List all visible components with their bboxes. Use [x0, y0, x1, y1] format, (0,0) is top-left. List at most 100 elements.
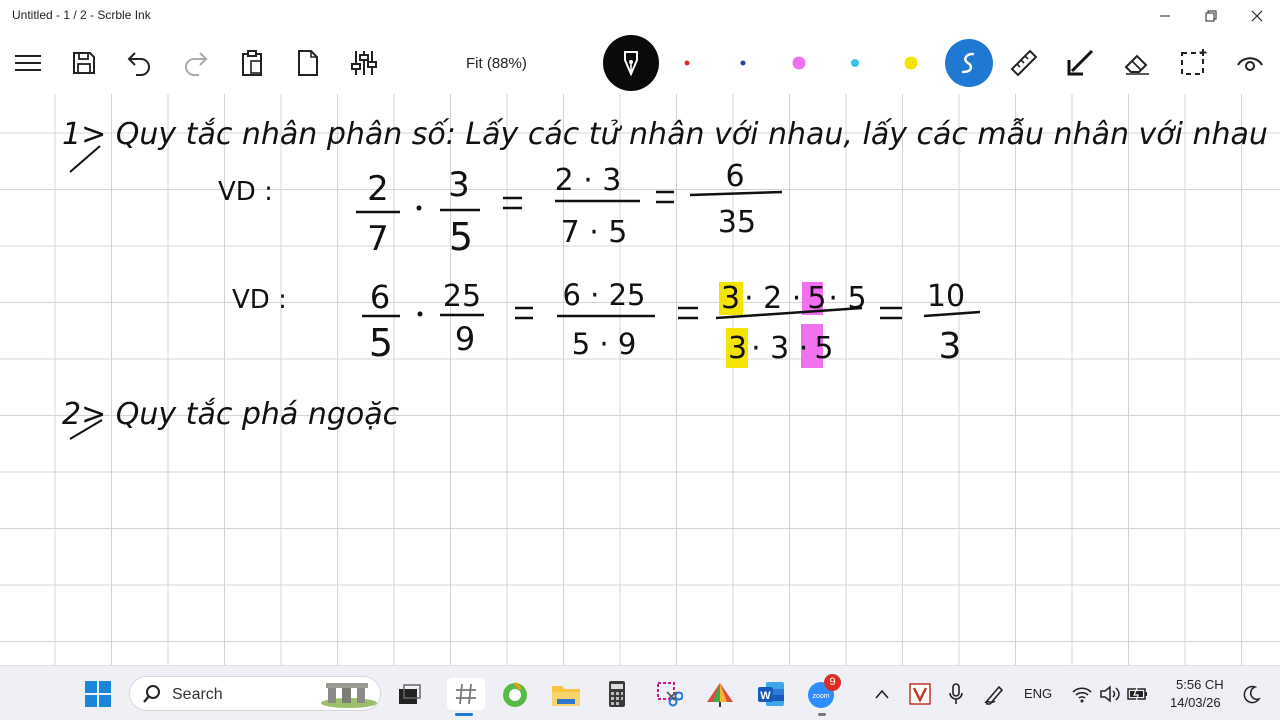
taskbar-app-greenshot[interactable]	[499, 678, 531, 710]
undo-button[interactable]	[122, 46, 156, 80]
speaker-icon	[1100, 685, 1120, 703]
pen-color-cyan[interactable]	[838, 46, 872, 80]
eq2-a-numerator: 6	[370, 278, 390, 316]
fountain-pen-icon	[624, 51, 638, 77]
microphone-icon	[949, 683, 963, 704]
arrow-pointer-icon	[1067, 49, 1094, 76]
ruler-button[interactable]	[1007, 46, 1041, 80]
taskbar-snipping-tool[interactable]	[653, 678, 685, 710]
battery-charging-icon	[1127, 685, 1147, 703]
word-icon: W	[758, 682, 784, 706]
new-page-button[interactable]	[291, 46, 325, 80]
redo-icon	[185, 52, 208, 76]
selection-button[interactable]	[1176, 46, 1210, 80]
folder-icon	[552, 686, 580, 706]
svg-text:W: W	[760, 690, 771, 702]
pen-color-yellow[interactable]	[894, 46, 928, 80]
pointer-button[interactable]	[1063, 46, 1097, 80]
eq1-d-denominator: 35	[718, 205, 756, 240]
windows-logo-icon	[85, 681, 111, 707]
eq1-c-numerator: 2 · 3	[555, 163, 622, 198]
rule-1-text: 1> Quy tắc nhân phân số: Lấy các tử nhân…	[62, 117, 1268, 152]
search-placeholder: Search	[172, 686, 223, 703]
settings-button[interactable]	[347, 46, 381, 80]
window-title: Untitled - 1 / 2 - Scrble Ink	[12, 8, 151, 22]
pen-color-pink[interactable]	[782, 46, 816, 80]
menu-button[interactable]	[11, 46, 45, 80]
eraser-button[interactable]	[1120, 46, 1154, 80]
eq2-e-numerator: 10	[927, 279, 965, 314]
pen-menu-button[interactable]	[978, 678, 1010, 710]
page-icon	[298, 50, 318, 76]
equation-2: 6 5 25 9 6 · 25 5 · 9 3 · 2 · 5· 5 3 · 3 · 5…	[362, 278, 981, 367]
eq2-c-numerator: 6 · 25	[562, 278, 645, 312]
running-app-indicator	[818, 713, 826, 716]
close-button[interactable]	[1234, 0, 1280, 32]
eye-icon	[1237, 57, 1263, 71]
active-app-indicator	[455, 713, 473, 716]
title-bar: Untitled - 1 / 2 - Scrble Ink	[0, 0, 1280, 32]
paste-button[interactable]	[235, 46, 269, 80]
eq1-b-numerator: 3	[448, 165, 470, 205]
do-not-disturb-button[interactable]	[1236, 678, 1268, 710]
zoom-level[interactable]: Fit (88%)	[466, 55, 527, 72]
handwriting-layer: 1> Quy tắc nhân phân số: Lấy các tử nhân…	[62, 117, 1268, 440]
minimize-button[interactable]	[1142, 0, 1188, 32]
language-indicator[interactable]: ENG	[1024, 686, 1052, 701]
pen-color-red[interactable]	[670, 46, 704, 80]
hashtag-icon	[456, 683, 476, 705]
shape-ink-button[interactable]	[945, 39, 993, 87]
taskbar-file-explorer[interactable]	[550, 678, 582, 710]
tray-app-v[interactable]	[904, 678, 936, 710]
example-label-1: VD :	[218, 177, 273, 207]
taskbar-app-scrble[interactable]	[447, 678, 485, 710]
taskbar: Search W zoom 9 ENG 5:56 CH 14/03/26	[0, 665, 1280, 720]
pen-color-blue[interactable]	[726, 46, 760, 80]
eq2-e-denominator: 3	[939, 326, 962, 367]
wifi-icon	[1072, 687, 1092, 703]
v-app-icon	[909, 683, 931, 705]
view-mode-button[interactable]	[1233, 46, 1267, 80]
restore-icon	[1205, 10, 1217, 22]
battery-button[interactable]	[1122, 678, 1154, 710]
search-box[interactable]: Search	[129, 676, 381, 711]
eq1-a-denominator: 7	[367, 219, 389, 259]
hamburger-menu-icon	[15, 55, 41, 71]
sliders-icon	[351, 51, 377, 75]
color-dot-icon	[740, 60, 746, 66]
minimize-icon	[1160, 15, 1170, 17]
save-button[interactable]	[67, 46, 101, 80]
eq2-b-denominator: 9	[455, 320, 475, 358]
clipboard-icon	[242, 50, 262, 76]
eraser-icon	[1124, 54, 1149, 75]
color-dot-icon	[684, 60, 690, 66]
eq1-a-numerator: 2	[367, 169, 389, 209]
undo-icon	[127, 52, 150, 76]
redo-button[interactable]	[179, 46, 213, 80]
taskbar-zoom[interactable]: zoom 9	[806, 674, 841, 710]
clock-time[interactable]: 5:56 CH	[1176, 677, 1224, 692]
rule-2-text: 2> Quy tắc phá ngoặc	[62, 397, 400, 432]
lasso-select-icon	[1181, 49, 1207, 75]
eq1-b-denominator: 5	[449, 215, 473, 259]
snipping-tool-icon	[657, 682, 683, 707]
note-canvas[interactable]: 1> Quy tắc nhân phân số: Lấy các tử nhân…	[0, 94, 1280, 665]
clock-date[interactable]: 14/03/26	[1170, 695, 1221, 710]
show-hidden-icons-button[interactable]	[866, 678, 898, 710]
taskbar-word[interactable]: W	[755, 678, 787, 710]
close-icon	[1251, 10, 1263, 22]
moon-icon	[1243, 685, 1261, 704]
eq2-b-numerator: 25	[443, 279, 481, 314]
save-icon	[73, 52, 95, 74]
eq2-c-denominator: 5 · 9	[572, 327, 637, 361]
task-view-button[interactable]	[393, 678, 425, 710]
microphone-button[interactable]	[940, 678, 972, 710]
eq1-c-denominator: 7 · 5	[561, 215, 628, 250]
restore-button[interactable]	[1188, 0, 1234, 32]
search-icon	[143, 685, 160, 703]
taskbar-app-umbrella[interactable]	[704, 678, 736, 710]
pen-tool-button[interactable]	[603, 35, 659, 91]
start-button[interactable]	[82, 678, 114, 710]
taskbar-calculator[interactable]	[601, 678, 633, 710]
calculator-icon	[609, 681, 625, 707]
